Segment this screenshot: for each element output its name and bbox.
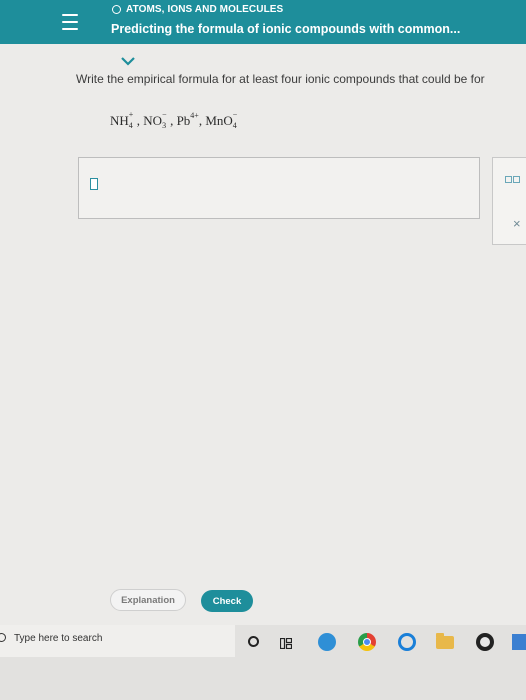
- answer-input-area[interactable]: [78, 157, 480, 219]
- windows-taskbar: Type here to search: [0, 625, 526, 700]
- expand-toggle[interactable]: [113, 50, 143, 72]
- edge-icon[interactable]: [318, 633, 336, 651]
- cortana-icon[interactable]: [248, 636, 259, 647]
- topic-label: ATOMS, IONS AND MOLECULES: [112, 4, 283, 15]
- topic-text: ATOMS, IONS AND MOLECULES: [126, 4, 284, 15]
- lesson-title: Predicting the formula of ionic compound…: [111, 22, 461, 36]
- check-button[interactable]: Check: [201, 590, 253, 612]
- menu-icon[interactable]: [62, 14, 78, 30]
- taskbar-search[interactable]: Type here to search: [0, 625, 235, 657]
- superscript-tool-icon[interactable]: [505, 176, 512, 183]
- ion-formula: NO −3: [143, 110, 167, 130]
- ion-list: NH +4, NO −3, Pb4+, MnO −4: [110, 110, 241, 130]
- question-text: Write the empirical formula for at least…: [76, 72, 485, 86]
- lesson-header: ATOMS, IONS AND MOLECULES Predicting the…: [0, 0, 526, 44]
- topic-circle-icon: [112, 5, 121, 14]
- store-icon[interactable]: [512, 634, 526, 650]
- search-icon: [0, 633, 6, 642]
- cortana-ring-icon[interactable]: [398, 633, 416, 651]
- media-player-icon[interactable]: [476, 633, 494, 651]
- ion-formula: MnO −4: [205, 110, 238, 130]
- chrome-icon[interactable]: [358, 633, 376, 651]
- ion-formula: NH +4: [110, 110, 134, 130]
- search-placeholder: Type here to search: [14, 633, 103, 644]
- clear-icon[interactable]: ×: [513, 216, 521, 231]
- file-explorer-icon[interactable]: [436, 633, 454, 649]
- answer-input[interactable]: [90, 178, 98, 190]
- task-view-icon[interactable]: [279, 636, 293, 650]
- chevron-down-icon: [121, 56, 135, 66]
- ion-formula: Pb4+: [176, 111, 199, 128]
- explanation-button[interactable]: Explanation: [110, 589, 186, 611]
- formula-tools-panel: ×: [492, 157, 526, 245]
- browser-viewport: ATOMS, IONS AND MOLECULES Predicting the…: [0, 0, 526, 625]
- subscript-tool-icon[interactable]: [513, 176, 520, 183]
